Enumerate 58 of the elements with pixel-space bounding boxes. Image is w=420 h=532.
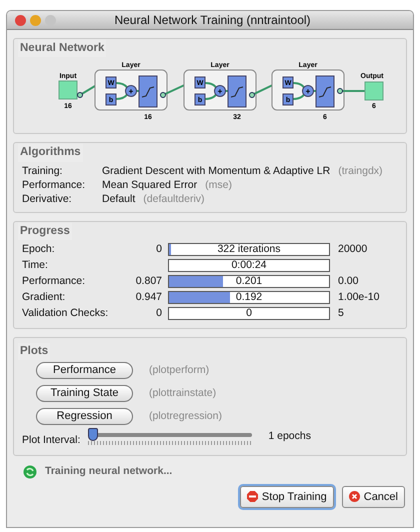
function-name: (traingdx) [338,164,383,178]
weight-node [194,76,206,89]
end-value: 20000 [338,242,368,257]
recycle-icon [23,464,37,479]
cancel-icon [348,491,360,502]
function-name: (plottrainstate) [149,386,216,401]
start-value: 0 [156,242,162,255]
transfer-function-icon [228,76,246,108]
output-node [364,82,384,101]
algorithm-label: Performance: [22,178,86,192]
bias-node [106,94,116,106]
slider-thumb[interactable] [88,428,98,441]
progress-reading: 0.192 [234,292,264,304]
slider[interactable] [88,428,252,448]
progress-label: Epoch: [22,242,56,257]
status-text: Training neural network... [45,464,172,479]
transfer-function-icon [138,76,158,108]
bias-node [194,94,206,106]
function-name: (defaultderiv) [143,192,205,206]
sum-label: + [218,87,222,96]
input-node [58,80,78,100]
bias-node [282,94,294,106]
function-name: (plotperform) [149,362,210,378]
sum-label: + [128,87,134,96]
close-button[interactable] [15,14,26,26]
progress-label: Validation Checks: [22,306,110,321]
progress-reading: 0.201 [234,276,264,288]
sum-label: + [306,87,310,96]
weight-node [106,76,116,89]
weight-node [282,76,294,89]
end-value: 5 [338,306,344,321]
function-name: (plotregression) [149,408,222,424]
start-value: 0.807 [136,274,162,287]
plot-button[interactable]: Training State [36,385,133,402]
transfer-function-icon [316,76,334,108]
end-value: 1.00e-10 [338,290,380,305]
slider-label: Plot Interval: [22,433,80,448]
stop-icon [246,491,258,502]
algorithm-value: Gradient Descent with Momentum & Adaptive LR [102,164,330,178]
start-value: 0 [156,306,162,319]
algorithm-label: Derivative: [22,192,73,206]
algorithm-label: Training: [22,164,64,178]
progress-label: Gradient: [22,290,66,305]
plot-button[interactable]: Performance [36,362,133,379]
algorithm-value: Default [102,192,136,206]
window-title: Neural Network Training (nntraintool) [113,12,312,29]
slider-reading: 1 epochs [268,429,311,444]
function-name: (mse) [205,178,232,192]
plot-button[interactable]: Regression [36,408,133,425]
progress-label: Time: [22,258,49,273]
progress-reading: 322 iterations [216,244,282,256]
start-value: 0.947 [136,290,162,303]
progress-label: Performance: [22,274,86,289]
cancel-button[interactable]: Cancel [342,486,405,508]
minimize-button[interactable] [30,14,41,26]
stop-button[interactable]: Stop Training [240,486,334,508]
algorithm-value: Mean Squared Error [102,178,198,192]
end-value: 0.00 [338,274,358,289]
